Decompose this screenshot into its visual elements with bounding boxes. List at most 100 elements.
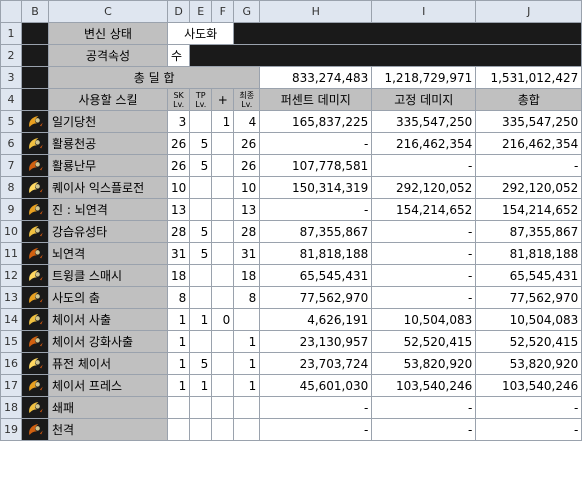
- total-damage-cell[interactable]: 216,462,354: [475, 132, 583, 155]
- fixed-damage-cell[interactable]: -: [371, 418, 477, 441]
- row-number[interactable]: 9: [0, 198, 22, 221]
- column-header-e[interactable]: E: [189, 0, 213, 23]
- skill-name-cell[interactable]: 트윙클 스매시: [48, 264, 168, 287]
- plus-level-cell[interactable]: [211, 220, 235, 243]
- total-damage-cell[interactable]: 335,547,250: [475, 110, 583, 133]
- final-level-cell[interactable]: 4: [233, 110, 261, 133]
- select-all-corner[interactable]: [0, 0, 22, 23]
- final-level-cell[interactable]: 18: [233, 264, 261, 287]
- column-header-d[interactable]: D: [166, 0, 191, 23]
- row-number[interactable]: 15: [0, 330, 22, 353]
- total-damage-cell[interactable]: -: [475, 154, 583, 177]
- total-damage-cell[interactable]: 77,562,970: [475, 286, 583, 309]
- row-number[interactable]: 11: [0, 242, 22, 265]
- tp-level-cell[interactable]: [189, 176, 213, 199]
- tp-level-cell[interactable]: 5: [189, 154, 213, 177]
- fixed-damage-cell[interactable]: 335,547,250: [371, 110, 477, 133]
- cell[interactable]: [233, 22, 583, 45]
- total-damage-cell[interactable]: 53,820,920: [475, 352, 583, 375]
- total-percent-damage[interactable]: 833,274,483: [259, 66, 373, 89]
- fixed-damage-cell[interactable]: 154,214,652: [371, 198, 477, 221]
- plus-level-cell[interactable]: [211, 154, 235, 177]
- skill-name-cell[interactable]: 천격: [48, 418, 168, 441]
- fixed-damage-cell[interactable]: -: [371, 220, 477, 243]
- row-number[interactable]: 8: [0, 176, 22, 199]
- sk-level-cell[interactable]: 1: [166, 352, 191, 375]
- tp-level-cell[interactable]: 5: [189, 132, 213, 155]
- percent-damage-cell[interactable]: 165,837,225: [259, 110, 373, 133]
- sk-level-cell[interactable]: 13: [166, 198, 191, 221]
- plus-level-cell[interactable]: [211, 418, 235, 441]
- cell[interactable]: [21, 44, 49, 67]
- tp-level-cell[interactable]: [189, 286, 213, 309]
- cell[interactable]: [189, 44, 583, 67]
- plus-level-cell[interactable]: [211, 176, 235, 199]
- sk-level-cell[interactable]: 8: [166, 286, 191, 309]
- final-level-cell[interactable]: 28: [233, 220, 261, 243]
- percent-damage-cell[interactable]: 77,562,970: [259, 286, 373, 309]
- column-header-b[interactable]: B: [21, 0, 49, 23]
- plus-header[interactable]: +: [211, 88, 235, 111]
- fixed-damage-cell[interactable]: -: [371, 242, 477, 265]
- column-header-h[interactable]: H: [259, 0, 373, 23]
- skill-name-cell[interactable]: 체이서 사출: [48, 308, 168, 331]
- sk-level-header[interactable]: SK Lv.: [166, 88, 191, 111]
- row-number[interactable]: 4: [0, 88, 22, 111]
- final-level-cell[interactable]: 8: [233, 286, 261, 309]
- tp-level-cell[interactable]: [189, 418, 213, 441]
- column-header-g[interactable]: G: [233, 0, 261, 23]
- plus-level-cell[interactable]: 0: [211, 308, 235, 331]
- cell[interactable]: [21, 88, 49, 111]
- skill-name-cell[interactable]: 일기당천: [48, 110, 168, 133]
- total-damage-cell[interactable]: 10,504,083: [475, 308, 583, 331]
- final-level-cell[interactable]: 26: [233, 132, 261, 155]
- plus-level-cell[interactable]: [211, 286, 235, 309]
- total-damage-cell[interactable]: 87,355,867: [475, 220, 583, 243]
- fixed-damage-cell[interactable]: 53,820,920: [371, 352, 477, 375]
- row-number[interactable]: 12: [0, 264, 22, 287]
- plus-level-cell[interactable]: [211, 132, 235, 155]
- skill-name-cell[interactable]: 뇌연격: [48, 242, 168, 265]
- tp-level-cell[interactable]: 5: [189, 242, 213, 265]
- tp-level-cell[interactable]: 1: [189, 308, 213, 331]
- total-fixed-damage[interactable]: 1,218,729,971: [371, 66, 477, 89]
- fixed-damage-cell[interactable]: 10,504,083: [371, 308, 477, 331]
- sk-level-cell[interactable]: 1: [166, 374, 191, 397]
- final-level-cell[interactable]: 1: [233, 330, 261, 353]
- fixed-damage-cell[interactable]: 216,462,354: [371, 132, 477, 155]
- final-level-cell[interactable]: 1: [233, 352, 261, 375]
- row-number[interactable]: 18: [0, 396, 22, 419]
- fixed-damage-cell[interactable]: -: [371, 286, 477, 309]
- row-number[interactable]: 13: [0, 286, 22, 309]
- total-damage-cell[interactable]: 81,818,188: [475, 242, 583, 265]
- fixed-damage-cell[interactable]: -: [371, 154, 477, 177]
- plus-level-cell[interactable]: [211, 396, 235, 419]
- total-damage-cell[interactable]: 154,214,652: [475, 198, 583, 221]
- row-number[interactable]: 7: [0, 154, 22, 177]
- fixed-damage-cell[interactable]: 103,540,246: [371, 374, 477, 397]
- total-header[interactable]: 총합: [475, 88, 583, 111]
- plus-level-cell[interactable]: [211, 242, 235, 265]
- row-number[interactable]: 5: [0, 110, 22, 133]
- tp-level-cell[interactable]: [189, 396, 213, 419]
- column-header-i[interactable]: I: [371, 0, 477, 23]
- tp-level-cell[interactable]: [189, 330, 213, 353]
- sk-level-cell[interactable]: 1: [166, 330, 191, 353]
- sk-level-cell[interactable]: 26: [166, 154, 191, 177]
- skill-name-cell[interactable]: 활룡천공: [48, 132, 168, 155]
- final-level-cell[interactable]: 26: [233, 154, 261, 177]
- percent-damage-cell[interactable]: -: [259, 396, 373, 419]
- fixed-damage-header[interactable]: 고정 데미지: [371, 88, 477, 111]
- total-damage-label[interactable]: 총 딜 합: [47, 66, 261, 89]
- final-level-header[interactable]: 최종 Lv.: [233, 88, 261, 111]
- total-damage-cell[interactable]: 103,540,246: [475, 374, 583, 397]
- plus-level-cell[interactable]: [211, 374, 235, 397]
- row-number[interactable]: 19: [0, 418, 22, 441]
- row-number[interactable]: 10: [0, 220, 22, 243]
- percent-damage-cell[interactable]: -: [259, 418, 373, 441]
- plus-level-cell[interactable]: 1: [211, 110, 235, 133]
- final-level-cell[interactable]: [233, 418, 261, 441]
- tp-level-cell[interactable]: [189, 264, 213, 287]
- row-number[interactable]: 2: [0, 44, 22, 67]
- plus-level-cell[interactable]: [211, 352, 235, 375]
